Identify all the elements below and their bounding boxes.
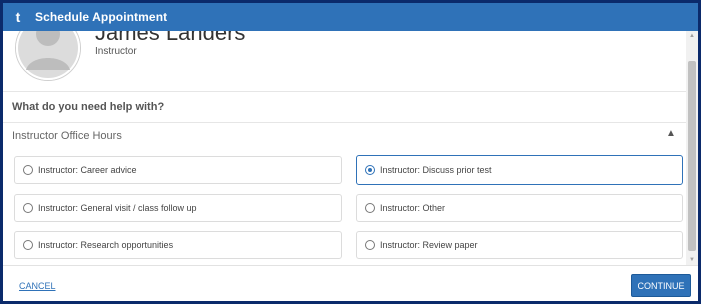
help-question: What do you need help with? xyxy=(12,101,165,113)
schedule-appointment-dialog: t Schedule Appointment James Landers Ins… xyxy=(0,0,701,304)
dialog-footer: CANCEL CONTINUE xyxy=(3,265,698,301)
dialog-content: James Landers Instructor What do you nee… xyxy=(3,31,686,265)
scroll-down-arrow-icon[interactable]: ▼ xyxy=(686,255,698,265)
radio-button-checked[interactable] xyxy=(365,165,375,175)
option-other[interactable]: Instructor: Other xyxy=(356,194,683,222)
option-label: Instructor: Other xyxy=(380,203,446,213)
option-career-advice[interactable]: Instructor: Career advice xyxy=(14,156,342,184)
radio-button[interactable] xyxy=(23,240,33,250)
chevron-up-icon[interactable]: ▲ xyxy=(664,128,678,142)
divider xyxy=(3,91,686,92)
option-label: Instructor: Discuss prior test xyxy=(380,165,492,175)
scroll-up-arrow-icon[interactable]: ▲ xyxy=(686,31,698,41)
radio-button[interactable] xyxy=(23,165,33,175)
radio-button[interactable] xyxy=(23,203,33,213)
option-discuss-prior-test[interactable]: Instructor: Discuss prior test xyxy=(356,155,683,185)
app-logo-icon: t xyxy=(15,9,21,25)
radio-button[interactable] xyxy=(365,240,375,250)
cancel-button[interactable]: CANCEL xyxy=(19,281,56,291)
divider xyxy=(3,122,686,123)
instructor-role: Instructor xyxy=(95,46,137,57)
scrollbar-thumb[interactable] xyxy=(688,61,696,251)
avatar xyxy=(15,31,81,81)
option-label: Instructor: Career advice xyxy=(38,165,137,175)
option-research-opportunities[interactable]: Instructor: Research opportunities xyxy=(14,231,342,259)
radio-button[interactable] xyxy=(365,203,375,213)
option-label: Instructor: Review paper xyxy=(380,240,478,250)
vertical-scrollbar[interactable]: ▲ ▼ xyxy=(686,31,698,265)
scroll-area: James Landers Instructor What do you nee… xyxy=(3,31,698,265)
continue-button[interactable]: CONTINUE xyxy=(631,274,691,297)
instructor-name: James Landers xyxy=(95,31,246,45)
option-review-paper[interactable]: Instructor: Review paper xyxy=(356,231,683,259)
person-placeholder-icon xyxy=(16,31,80,80)
title-bar: t Schedule Appointment xyxy=(3,3,698,31)
option-label: Instructor: General visit / class follow… xyxy=(38,203,197,213)
dialog-title: Schedule Appointment xyxy=(35,10,168,24)
section-title: Instructor Office Hours xyxy=(12,130,122,142)
option-label: Instructor: Research opportunities xyxy=(38,240,174,250)
option-general-visit[interactable]: Instructor: General visit / class follow… xyxy=(14,194,342,222)
